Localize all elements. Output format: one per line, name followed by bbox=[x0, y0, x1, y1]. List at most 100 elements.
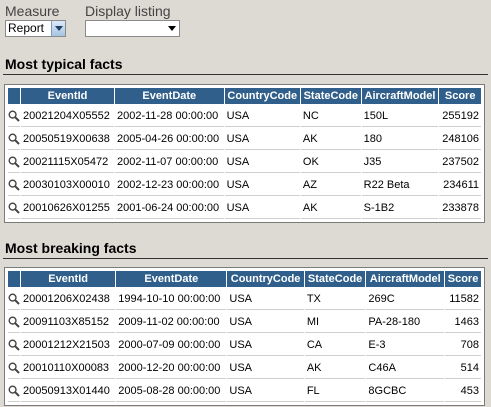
column-header[interactable]: EventDate bbox=[114, 88, 224, 104]
column-header[interactable]: Score bbox=[445, 271, 481, 287]
magnifier-icon[interactable] bbox=[8, 357, 20, 379]
score-cell: 453 bbox=[445, 380, 481, 402]
state-code-cell: TX bbox=[304, 288, 366, 310]
aircraft-model-cell: 150L bbox=[361, 105, 439, 127]
breaking-facts-grid: EventId EventDate CountryCode StateCode Airc… bbox=[4, 267, 485, 406]
column-header[interactable]: AircraftModel bbox=[361, 88, 439, 104]
event-date-cell: 2005-04-26 00:00:00 bbox=[114, 128, 224, 150]
table-row: 20030103X00010 2002-12-23 00:00:00 USA AZ R2… bbox=[8, 174, 481, 196]
score-cell: 708 bbox=[445, 334, 481, 356]
aircraft-model-cell: E-3 bbox=[366, 334, 445, 356]
event-id-cell: 20050913X01440 bbox=[21, 380, 116, 402]
state-code-cell: AK bbox=[300, 197, 361, 219]
table-row: 20001206X02438 1994-10-10 00:00:00 USA TX 26… bbox=[8, 288, 481, 310]
magnifier-icon[interactable] bbox=[8, 311, 20, 333]
event-id-cell: 20091103X85152 bbox=[21, 311, 116, 333]
event-date-cell: 1994-10-10 00:00:00 bbox=[116, 288, 227, 310]
event-date-cell: 2005-08-28 00:00:00 bbox=[116, 380, 227, 402]
event-id-cell: 20001212X21503 bbox=[21, 334, 116, 356]
event-id-cell: 20021204X05552 bbox=[21, 105, 114, 127]
country-code-cell: USA bbox=[227, 357, 304, 379]
aircraft-model-cell: R22 Beta bbox=[361, 174, 439, 196]
filter-controls: Measure Display listing Report bbox=[5, 3, 485, 37]
column-header[interactable]: CountryCode bbox=[224, 88, 300, 104]
event-id-cell: 20010626X01255 bbox=[21, 197, 114, 219]
column-header[interactable]: EventDate bbox=[116, 271, 227, 287]
country-code-cell: USA bbox=[224, 128, 300, 150]
country-code-cell: USA bbox=[227, 334, 304, 356]
state-code-cell: AK bbox=[300, 128, 361, 150]
display-listing-label: Display listing bbox=[85, 3, 171, 19]
column-header[interactable]: CountryCode bbox=[227, 271, 304, 287]
score-cell: 233878 bbox=[439, 197, 481, 219]
chevron-down-icon[interactable] bbox=[168, 26, 176, 31]
magnifier-icon[interactable] bbox=[8, 197, 20, 219]
event-date-cell: 2001-06-24 00:00:00 bbox=[114, 197, 224, 219]
country-code-cell: USA bbox=[227, 288, 304, 310]
magnifier-icon[interactable] bbox=[8, 128, 20, 150]
event-id-cell: 20001206X02438 bbox=[21, 288, 116, 310]
typical-facts-grid: EventId EventDate CountryCode StateCode Airc… bbox=[4, 84, 485, 223]
state-code-cell: AZ bbox=[300, 174, 361, 196]
aircraft-model-cell: J35 bbox=[361, 151, 439, 173]
state-code-cell: CA bbox=[304, 334, 366, 356]
magnifier-icon[interactable] bbox=[8, 334, 20, 356]
aircraft-model-cell: 269C bbox=[366, 288, 445, 310]
country-code-cell: USA bbox=[224, 174, 300, 196]
column-header[interactable] bbox=[8, 88, 20, 104]
section-divider bbox=[3, 74, 488, 75]
table-row: 20010626X01255 2001-06-24 00:00:00 USA AK S-… bbox=[8, 197, 481, 219]
magnifier-icon[interactable] bbox=[8, 380, 20, 402]
column-header[interactable]: EventId bbox=[21, 271, 116, 287]
event-date-cell: 2000-12-20 00:00:00 bbox=[116, 357, 227, 379]
event-date-cell: 2002-11-28 00:00:00 bbox=[114, 105, 224, 127]
magnifier-icon[interactable] bbox=[8, 105, 20, 127]
country-code-cell: USA bbox=[224, 105, 300, 127]
event-date-cell: 2009-11-02 00:00:00 bbox=[116, 311, 227, 333]
aircraft-model-cell: S-1B2 bbox=[361, 197, 439, 219]
table-row: 20001212X21503 2000-07-09 00:00:00 USA CA E-… bbox=[8, 334, 481, 356]
aircraft-model-cell: PA-28-180 bbox=[366, 311, 445, 333]
typical-facts-title: Most typical facts bbox=[5, 56, 123, 72]
state-code-cell: AK bbox=[304, 357, 366, 379]
aircraft-model-cell: 8GCBC bbox=[366, 380, 445, 402]
column-header[interactable] bbox=[8, 271, 20, 287]
event-id-cell: 20010110X00083 bbox=[21, 357, 116, 379]
column-header[interactable]: Score bbox=[439, 88, 481, 104]
column-header[interactable]: EventId bbox=[21, 88, 114, 104]
aircraft-model-cell: C46A bbox=[366, 357, 445, 379]
score-cell: 255192 bbox=[439, 105, 481, 127]
score-cell: 248106 bbox=[439, 128, 481, 150]
table-header-row: EventId EventDate CountryCode StateCode Airc… bbox=[8, 271, 481, 287]
score-cell: 514 bbox=[445, 357, 481, 379]
state-code-cell: NC bbox=[300, 105, 361, 127]
event-date-cell: 2002-11-07 00:00:00 bbox=[114, 151, 224, 173]
table-row: 20021204X05552 2002-11-28 00:00:00 USA NC 15… bbox=[8, 105, 481, 127]
chevron-down-icon[interactable] bbox=[51, 21, 65, 36]
score-cell: 11582 bbox=[445, 288, 481, 310]
magnifier-icon[interactable] bbox=[8, 174, 20, 196]
column-header[interactable]: AircraftModel bbox=[366, 271, 445, 287]
table-row: 20091103X85152 2009-11-02 00:00:00 USA MI PA… bbox=[8, 311, 481, 333]
measure-select-value: Report bbox=[8, 21, 45, 35]
score-cell: 234611 bbox=[439, 174, 481, 196]
measure-label: Measure bbox=[5, 3, 60, 19]
table-header-row: EventId EventDate CountryCode StateCode Airc… bbox=[8, 88, 481, 104]
country-code-cell: USA bbox=[224, 197, 300, 219]
section-divider bbox=[3, 258, 488, 259]
event-date-cell: 2000-07-09 00:00:00 bbox=[116, 334, 227, 356]
score-cell: 1463 bbox=[445, 311, 481, 333]
column-header[interactable]: StateCode bbox=[304, 271, 366, 287]
magnifier-icon[interactable] bbox=[8, 151, 20, 173]
column-header[interactable]: StateCode bbox=[300, 88, 361, 104]
magnifier-icon[interactable] bbox=[8, 288, 20, 310]
state-code-cell: MI bbox=[304, 311, 366, 333]
table-row: 20010110X00083 2000-12-20 00:00:00 USA AK C4… bbox=[8, 357, 481, 379]
breaking-facts-body: 20001206X02438 1994-10-10 00:00:00 USA TX 26… bbox=[8, 288, 481, 402]
table-row: 20050519X00638 2005-04-26 00:00:00 USA AK 18… bbox=[8, 128, 481, 150]
measure-select[interactable]: Report bbox=[5, 20, 66, 37]
event-id-cell: 20050519X00638 bbox=[21, 128, 114, 150]
state-code-cell: OK bbox=[300, 151, 361, 173]
display-listing-select[interactable] bbox=[85, 20, 180, 37]
breaking-facts-title: Most breaking facts bbox=[5, 240, 137, 256]
